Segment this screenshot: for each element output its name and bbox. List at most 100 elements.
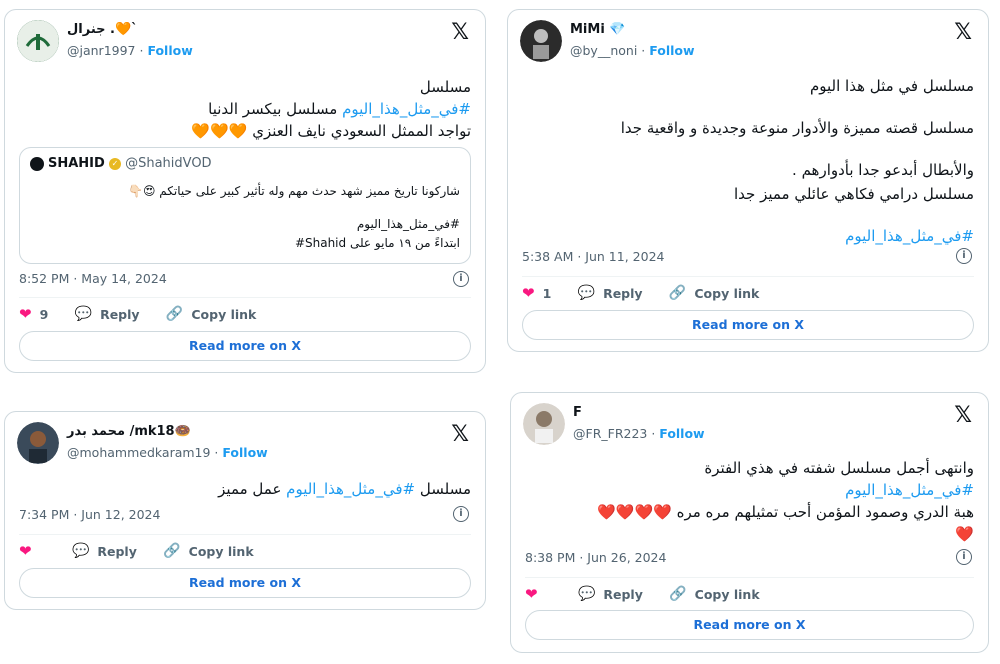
read-more-button[interactable]: Read more on X: [522, 310, 974, 340]
tweet-timestamp[interactable]: 7:34 PM · Jun 12, 2024: [19, 507, 160, 522]
tweet-timestamp[interactable]: 8:38 PM · Jun 26, 2024: [525, 550, 666, 565]
tweet-text: مسلسل في مثل هذا اليوم مسلسل قصته مميزة …: [621, 74, 974, 248]
tweet-card-fr-fr223: F @FR_FR223 · Follow 𝕏 وانتهى أجمل مسلسل…: [510, 392, 989, 653]
heart-icon[interactable]: ❤: [525, 585, 538, 603]
tweet-actions: ❤ 💬 Reply 🔗 Copy link: [525, 585, 782, 603]
tweet-line: ❤️: [955, 525, 974, 543]
reply-icon[interactable]: 💬: [578, 285, 595, 301]
tweet-card-mohammedkaram19: محمد بدر /mk18🍩 @mohammedkaram19 · Follo…: [4, 411, 486, 610]
info-icon[interactable]: i: [453, 271, 469, 287]
heart-icon[interactable]: ❤: [522, 284, 535, 302]
tweet-timestamp[interactable]: 5:38 AM · Jun 11, 2024: [522, 249, 664, 264]
copy-link-button[interactable]: Copy link: [694, 286, 759, 301]
tweet-line: مسلسل #في_مثل_هذا_اليوم عمل مميز: [218, 478, 471, 500]
avatar[interactable]: [17, 422, 59, 464]
tweet-line: مسلسل: [419, 78, 471, 96]
x-logo-icon[interactable]: 𝕏: [451, 424, 469, 446]
reply-button[interactable]: Reply: [97, 544, 136, 559]
follow-button[interactable]: Follow: [147, 43, 192, 58]
tweet-line: مسلسل قصته مميزة والأدوار منوعة وجديدة و…: [620, 119, 974, 137]
reply-button[interactable]: Reply: [603, 587, 642, 602]
hashtag-link[interactable]: #في_مثل_هذا_اليوم: [342, 100, 471, 118]
hashtag-link[interactable]: #في_مثل_هذا_اليوم: [286, 480, 415, 498]
link-icon[interactable]: 🔗: [669, 586, 686, 602]
tweet-actions: ❤ 1 💬 Reply 🔗 Copy link: [522, 284, 781, 302]
link-icon[interactable]: 🔗: [669, 285, 686, 301]
tweet-line: والأبطال أبدعو جدا بأدوارهم .: [792, 161, 974, 179]
copy-link-button[interactable]: Copy link: [695, 587, 760, 602]
tweet-header: MiMi 💎 @by__noni · Follow 𝕏: [520, 20, 976, 64]
tweet-line: هبة الدري وصمود المؤمن أحب تمثيلهم مره م…: [597, 503, 974, 521]
handle-text[interactable]: @by__noni: [570, 43, 637, 58]
read-more-button[interactable]: Read more on X: [19, 568, 471, 598]
tweet-actions: ❤ 💬 Reply 🔗 Copy link: [19, 542, 276, 560]
tweet-line: #في_مثل_هذا_اليوم مسلسل بيكسر الدنيا: [191, 98, 471, 120]
link-icon[interactable]: 🔗: [166, 306, 183, 322]
tweet-header: F @FR_FR223 · Follow 𝕏: [523, 403, 976, 447]
x-logo-icon[interactable]: 𝕏: [451, 22, 469, 44]
read-more-button[interactable]: Read more on X: [525, 610, 974, 640]
handle-text[interactable]: @janr1997: [67, 43, 136, 58]
tweet-timestamp[interactable]: 8:52 PM · May 14, 2024: [19, 271, 167, 286]
user-handle: @FR_FR223 · Follow: [573, 426, 705, 441]
like-count[interactable]: 1: [543, 286, 552, 301]
reply-icon[interactable]: 💬: [72, 543, 89, 559]
x-logo-icon[interactable]: 𝕏: [954, 22, 972, 44]
heart-icon[interactable]: ❤: [19, 305, 32, 323]
quote-line: #في_مثل_هذا_اليوم: [356, 217, 460, 231]
quote-text: شاركونا تاريخ مميز شهد حدث مهم وله تأثير…: [128, 182, 460, 253]
tweet-card-by-noni: MiMi 💎 @by__noni · Follow 𝕏 مسلسل في مثل…: [507, 9, 989, 352]
quote-name: SHAHID: [48, 156, 105, 171]
user-handle: @mohammedkaram19 · Follow: [67, 445, 268, 460]
heart-icon[interactable]: ❤: [19, 542, 32, 560]
x-logo-icon[interactable]: 𝕏: [954, 405, 972, 427]
read-more-button[interactable]: Read more on X: [19, 331, 471, 361]
divider: [19, 297, 471, 298]
info-icon[interactable]: i: [956, 549, 972, 565]
divider: [19, 534, 471, 535]
tweet-card-janr1997: جنرال .🧡` @janr1997 · Follow 𝕏 مسلسل #في…: [4, 9, 486, 373]
reply-icon[interactable]: 💬: [75, 306, 92, 322]
divider: [522, 276, 974, 277]
reply-icon[interactable]: 💬: [578, 586, 595, 602]
tweet-line: مسلسل درامي فكاهي عائلي مميز جدا: [733, 185, 974, 203]
avatar[interactable]: [523, 403, 565, 445]
follow-button[interactable]: Follow: [659, 426, 704, 441]
display-name[interactable]: F: [573, 405, 582, 420]
quote-line: ابتداءً من ١٩ مايو على Shahid#: [294, 236, 460, 250]
tweet-text: مسلسل #في_مثل_هذا_اليوم عمل مميز: [218, 478, 471, 500]
quoted-tweet[interactable]: SHAHID ✓ @ShahidVOD شاركونا تاريخ مميز ش…: [19, 147, 471, 264]
copy-link-button[interactable]: Copy link: [189, 544, 254, 559]
like-count[interactable]: 9: [40, 307, 49, 322]
handle-text[interactable]: @FR_FR223: [573, 426, 647, 441]
tweet-header: جنرال .🧡` @janr1997 · Follow 𝕏: [17, 20, 473, 64]
link-icon[interactable]: 🔗: [163, 543, 180, 559]
avatar[interactable]: [520, 20, 562, 62]
follow-button[interactable]: Follow: [649, 43, 694, 58]
copy-link-button[interactable]: Copy link: [191, 307, 256, 322]
hashtag-link[interactable]: #في_مثل_هذا_اليوم: [621, 224, 974, 248]
display-name[interactable]: محمد بدر /mk18🍩: [67, 424, 191, 439]
user-handle: @janr1997 · Follow: [67, 43, 193, 58]
quote-handle: @ShahidVOD: [125, 156, 212, 171]
avatar[interactable]: [17, 20, 59, 62]
info-icon[interactable]: i: [453, 506, 469, 522]
tweet-actions: ❤ 9 💬 Reply 🔗 Copy link: [19, 305, 278, 323]
quote-spacer: [128, 201, 460, 215]
shahid-logo-icon: [30, 156, 44, 171]
reply-button[interactable]: Reply: [100, 307, 139, 322]
tweet-text: وانتهى أجمل مسلسل شفته في هذي الفترة #في…: [597, 457, 974, 545]
tweet-line-text: مسلسل بيكسر الدنيا: [208, 100, 343, 118]
tweet-text: مسلسل #في_مثل_هذا_اليوم مسلسل بيكسر الدن…: [191, 76, 471, 142]
hashtag-link[interactable]: #في_مثل_هذا_اليوم: [597, 479, 974, 501]
reply-button[interactable]: Reply: [603, 286, 642, 301]
follow-button[interactable]: Follow: [222, 445, 267, 460]
display-name[interactable]: جنرال .🧡`: [67, 22, 138, 37]
user-handle: @by__noni · Follow: [570, 43, 695, 58]
info-icon[interactable]: i: [956, 248, 972, 264]
display-name[interactable]: MiMi 💎: [570, 22, 626, 37]
handle-text[interactable]: @mohammedkaram19: [67, 445, 210, 460]
